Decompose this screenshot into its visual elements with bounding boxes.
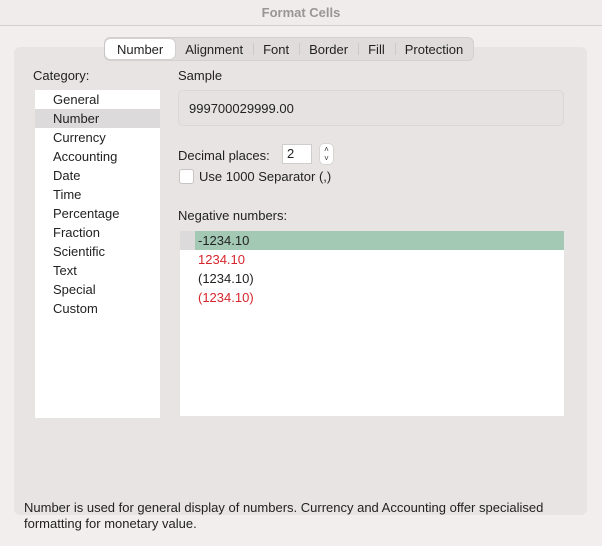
category-item-date[interactable]: Date bbox=[35, 166, 160, 185]
category-item-scientific[interactable]: Scientific bbox=[35, 242, 160, 261]
sample-value: 999700029999.00 bbox=[189, 100, 294, 116]
negative-numbers-list[interactable]: -1234.10 1234.10 (1234.10) (1234.10) bbox=[180, 231, 564, 416]
category-item-special[interactable]: Special bbox=[35, 280, 160, 299]
tab-protection[interactable]: Protection bbox=[394, 39, 474, 59]
thousand-separator-checkbox[interactable] bbox=[179, 169, 194, 184]
category-item-percentage[interactable]: Percentage bbox=[35, 204, 160, 223]
decimal-places-stepper[interactable]: ˄ ˅ bbox=[320, 144, 333, 164]
category-item-text[interactable]: Text bbox=[35, 261, 160, 280]
category-item-general[interactable]: General bbox=[35, 90, 160, 109]
selection-gutter bbox=[180, 231, 195, 250]
chevron-down-icon[interactable]: ˅ bbox=[324, 154, 329, 163]
sample-label: Sample bbox=[178, 68, 223, 83]
category-label: Category: bbox=[33, 68, 90, 83]
decimal-places-label: Decimal places: bbox=[178, 148, 270, 163]
tab-number[interactable]: Number bbox=[105, 39, 176, 59]
category-list[interactable]: General Number Currency Accounting Date … bbox=[35, 90, 160, 418]
negative-format-item[interactable]: -1234.10 bbox=[195, 231, 564, 250]
negative-format-item[interactable]: 1234.10 bbox=[180, 250, 564, 269]
window-title: Format Cells bbox=[261, 5, 341, 20]
tab-alignment[interactable]: Alignment bbox=[175, 39, 253, 59]
sample-preview: 999700029999.00 bbox=[178, 90, 564, 126]
negative-format-item[interactable]: (1234.10) bbox=[180, 269, 564, 288]
tab-fill[interactable]: Fill bbox=[358, 39, 395, 59]
category-item-fraction[interactable]: Fraction bbox=[35, 223, 160, 242]
category-item-accounting[interactable]: Accounting bbox=[35, 147, 160, 166]
category-item-number[interactable]: Number bbox=[35, 109, 160, 128]
chevron-up-icon[interactable]: ˄ bbox=[324, 145, 329, 154]
category-item-custom[interactable]: Custom bbox=[35, 299, 160, 318]
category-item-currency[interactable]: Currency bbox=[35, 128, 160, 147]
negative-numbers-label: Negative numbers: bbox=[178, 208, 288, 223]
tab-border[interactable]: Border bbox=[299, 39, 358, 59]
tab-bar: Number Alignment Font Border Fill Protec… bbox=[104, 37, 475, 61]
tab-font[interactable]: Font bbox=[253, 39, 299, 59]
negative-format-item[interactable]: (1234.10) bbox=[180, 288, 564, 307]
category-description: Number is used for general display of nu… bbox=[24, 500, 544, 531]
thousand-separator-label[interactable]: Use 1000 Separator (,) bbox=[199, 169, 331, 184]
category-item-time[interactable]: Time bbox=[35, 185, 160, 204]
title-bar: Format Cells bbox=[0, 0, 602, 26]
decimal-places-input[interactable]: 2 bbox=[282, 144, 312, 164]
